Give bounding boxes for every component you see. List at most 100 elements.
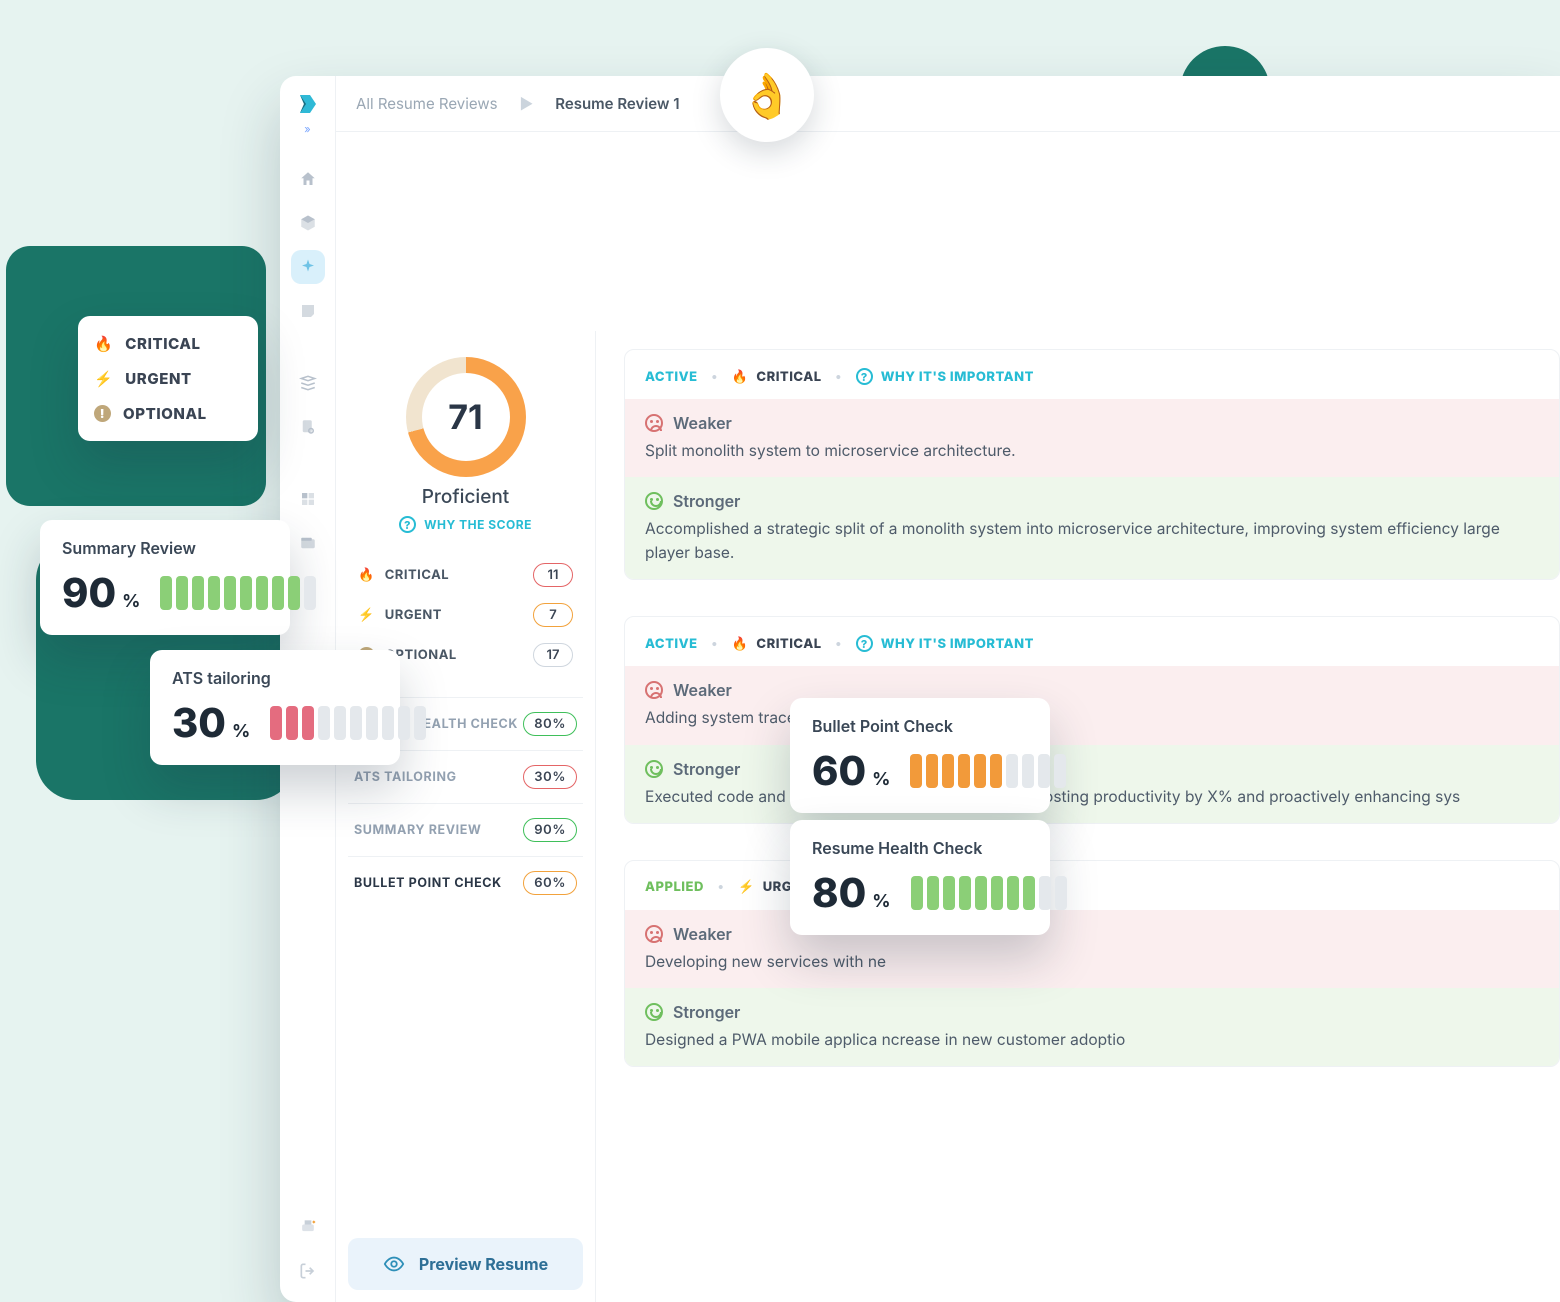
severity-label: URGENT — [385, 607, 442, 623]
bolt-icon: ⚡ — [358, 607, 375, 623]
issue-card: ACTIVE • 🔥CRITICAL • ?WHY IT'S IMPORTANT… — [624, 349, 1560, 580]
nav-stack-icon[interactable] — [291, 366, 325, 400]
float-pct: 80 — [812, 868, 866, 917]
breadcrumb-current: Resume Review 1 — [555, 94, 679, 113]
check-pct-badge: 30% — [523, 765, 577, 789]
severity-critical-row[interactable]: 🔥 CRITICAL 11 — [354, 555, 577, 595]
eye-icon — [383, 1253, 405, 1275]
why-important-link[interactable]: ?WHY IT'S IMPORTANT — [856, 635, 1034, 652]
stronger-label: Stronger — [673, 491, 740, 511]
bolt-icon: ⚡ — [738, 879, 755, 895]
nav-doc-search-icon[interactable] — [291, 410, 325, 444]
legend-card: 🔥CRITICAL ⚡URGENT !OPTIONAL — [78, 316, 258, 441]
weaker-block: Weaker Split monolith system to microser… — [625, 399, 1559, 477]
issue-card: ACTIVE • 🔥CRITICAL • ?WHY IT'S IMPORTANT… — [624, 616, 1560, 823]
why-score-text: WHY THE SCORE — [424, 517, 532, 532]
weaker-block: Weaker Adding system traces and alerts f… — [625, 666, 1559, 744]
issue-card: APPLIED • ⚡URGENT • ?WHY IT'S IMPORTANT … — [624, 860, 1560, 1067]
breadcrumb-root[interactable]: All Resume Reviews — [356, 94, 498, 113]
breadcrumb: All Resume Reviews ▶ Resume Review 1 — [336, 76, 1560, 132]
ok-badge: 👌 — [720, 48, 814, 142]
check-label: BULLET POINT CHECK — [354, 876, 502, 891]
segment-bar — [910, 754, 1066, 788]
stronger-block: Stronger Executed code and release manag… — [625, 745, 1559, 823]
float-pct: 30 — [172, 698, 226, 747]
check-summary-row[interactable]: SUMMARY REVIEW 90% — [348, 803, 583, 856]
check-bullet-row[interactable]: BULLET POINT CHECK 60% — [348, 856, 583, 909]
flame-icon: 🔥 — [732, 369, 749, 385]
legend-optional: !OPTIONAL — [94, 404, 242, 423]
flame-icon: 🔥 — [732, 636, 749, 652]
float-title: ATS tailoring — [172, 668, 378, 688]
question-icon: ? — [399, 516, 416, 533]
severity-tag: 🔥CRITICAL — [732, 636, 822, 652]
nav-grid-icon[interactable] — [291, 482, 325, 516]
app-window: All Resume Reviews ▶ Resume Review 1 » 7… — [280, 76, 1560, 1302]
float-bullet-card: Bullet Point Check 60% — [790, 698, 1050, 813]
nav-sparkle-icon[interactable] — [291, 250, 325, 284]
legend-urgent: ⚡URGENT — [94, 369, 242, 388]
nav-home-icon[interactable] — [291, 162, 325, 196]
check-label: ATS TAILORING — [354, 770, 457, 785]
question-icon: ? — [856, 635, 873, 652]
score-label: Proficient — [422, 485, 510, 508]
nav-inbox-icon[interactable] — [291, 294, 325, 328]
weaker-text: Split monolith system to microservice ar… — [645, 439, 1539, 463]
legend-critical: 🔥CRITICAL — [94, 334, 242, 353]
issues-main: ACTIVE • 🔥CRITICAL • ?WHY IT'S IMPORTANT… — [596, 331, 1560, 1302]
float-pct: 60 — [812, 746, 866, 795]
stronger-label: Stronger — [673, 1002, 740, 1022]
preview-resume-button[interactable]: Preview Resume — [348, 1238, 583, 1290]
nav-wallet-icon[interactable] — [291, 526, 325, 560]
happy-face-icon — [645, 1003, 663, 1021]
stronger-text: Designed a PWA mobile applica ncrease in… — [645, 1028, 1539, 1052]
severity-urgent-row[interactable]: ⚡ URGENT 7 — [354, 595, 577, 635]
stronger-block: Stronger Accomplished a strategic split … — [625, 477, 1559, 579]
float-ats-card: ATS tailoring 30% — [150, 650, 400, 765]
stronger-block: Stronger Designed a PWA mobile applica n… — [625, 988, 1559, 1066]
float-title: Bullet Point Check — [812, 716, 1028, 736]
float-summary-card: Summary Review 90% — [40, 520, 290, 635]
weaker-text: Developing new services with ne — [645, 950, 1539, 974]
check-pct-badge: 80% — [523, 712, 577, 736]
weaker-label: Weaker — [673, 413, 732, 433]
severity-tag: 🔥CRITICAL — [732, 369, 822, 385]
nav-print-icon[interactable] — [291, 1210, 325, 1244]
severity-count-badge: 11 — [533, 563, 573, 587]
app-logo-icon[interactable] — [294, 90, 322, 118]
why-important-link[interactable]: ?WHY IT'S IMPORTANT — [856, 368, 1034, 385]
flame-icon: 🔥 — [358, 567, 375, 583]
nav-cube-icon[interactable] — [291, 206, 325, 240]
sad-face-icon — [645, 925, 663, 943]
severity-label: CRITICAL — [385, 567, 449, 583]
segment-bar — [160, 576, 316, 610]
why-score-link[interactable]: ? WHY THE SCORE — [399, 516, 532, 533]
preview-label: Preview Resume — [419, 1254, 548, 1274]
weaker-label: Weaker — [673, 924, 732, 944]
float-title: Summary Review — [62, 538, 268, 558]
stronger-text: Accomplished a strategic split of a mono… — [645, 517, 1539, 565]
sad-face-icon — [645, 414, 663, 432]
sad-face-icon — [645, 681, 663, 699]
weaker-block: Weaker Developing new services with ne — [625, 910, 1559, 988]
status-tag: ACTIVE — [645, 636, 698, 652]
float-title: Resume Health Check — [812, 838, 1028, 858]
happy-face-icon — [645, 492, 663, 510]
expand-rail-icon[interactable]: » — [304, 122, 310, 136]
weaker-text: Adding system traces and alerts for bett… — [645, 706, 1539, 730]
severity-count-badge: 17 — [533, 643, 573, 667]
happy-face-icon — [645, 760, 663, 778]
severity-count-badge: 7 — [533, 603, 573, 627]
stronger-label: Stronger — [673, 759, 740, 779]
flame-icon: 🔥 — [94, 334, 113, 353]
optional-icon: ! — [94, 405, 111, 422]
weaker-label: Weaker — [673, 680, 732, 700]
ok-emoji: 👌 — [740, 68, 795, 122]
score-value: 71 — [406, 357, 526, 477]
segment-bar — [270, 706, 426, 740]
stronger-text: Executed code and release management ini… — [645, 785, 1539, 809]
segment-bar — [911, 876, 1067, 910]
nav-logout-icon[interactable] — [291, 1254, 325, 1288]
score-panel: 71 Proficient ? WHY THE SCORE 🔥 CRITICAL … — [336, 331, 596, 1302]
check-pct-badge: 60% — [523, 871, 577, 895]
